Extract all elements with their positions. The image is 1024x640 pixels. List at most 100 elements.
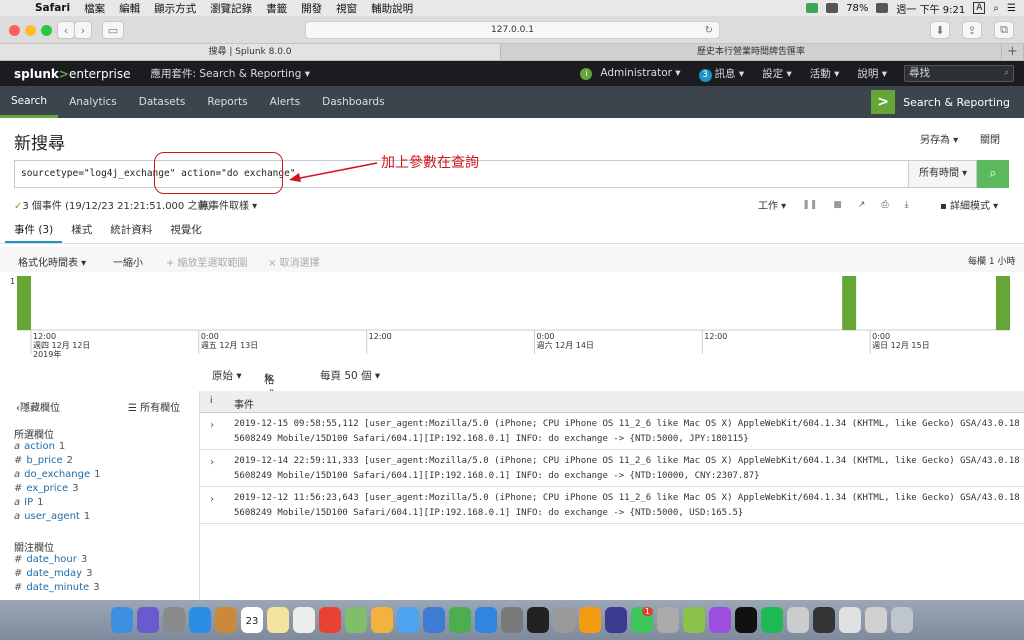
event-timeline-chart[interactable]: 1 12:00 週四 12月 12日 2019年 0:00 週五 12月 13日 12:0…: [0, 272, 1024, 362]
nav-reports[interactable]: Reports: [196, 86, 258, 118]
search-mode-dropdown[interactable]: ▪ 詳細模式 ▾: [940, 197, 998, 212]
save-as-button[interactable]: 另存為 ▾: [920, 131, 958, 146]
reminders-icon[interactable]: [293, 607, 315, 633]
field-date-mday[interactable]: # date_mday 3: [14, 568, 92, 579]
menu-bookmarks[interactable]: 書籤: [259, 1, 294, 16]
search-submit-button[interactable]: ⌕: [977, 160, 1009, 188]
wifi-icon[interactable]: [826, 3, 839, 13]
export-icon[interactable]: ⤓: [905, 200, 909, 210]
share-job-icon[interactable]: ↗: [858, 200, 866, 210]
settings-menu[interactable]: 設定 ▾: [753, 66, 801, 81]
timeline-bar-2[interactable]: [996, 276, 1010, 330]
help-menu[interactable]: 說明 ▾: [848, 66, 896, 81]
all-fields-button[interactable]: ☰ 所有欄位: [128, 399, 180, 414]
event-text[interactable]: 2019-12-12 11:56:23,643 [user_agent:Mozi…: [234, 491, 1020, 521]
job-menu[interactable]: 工作 ▾: [758, 197, 786, 212]
notes-icon[interactable]: [267, 607, 289, 633]
field-user-agent[interactable]: a user_agent 1: [14, 511, 90, 522]
hide-fields-button[interactable]: ‹隱藏欄位: [16, 399, 60, 414]
time-range-picker[interactable]: 所有時間 ▾: [909, 160, 977, 188]
field-ex-price[interactable]: # ex_price 3: [14, 483, 79, 494]
photos-icon[interactable]: [371, 607, 393, 633]
splunk-logo[interactable]: splunk>enterprise: [0, 67, 131, 81]
tab-statistics[interactable]: 統計資料: [101, 217, 161, 243]
zoom-window-button[interactable]: [41, 25, 52, 36]
app-menu[interactable]: 應用套件: Search & Reporting ▾: [151, 66, 310, 81]
menu-file[interactable]: 檔案: [77, 1, 112, 16]
line-app-icon[interactable]: 1: [631, 607, 653, 633]
nav-dashboards[interactable]: Dashboards: [311, 86, 395, 118]
script-editor-icon[interactable]: [553, 607, 575, 633]
per-page-dropdown[interactable]: 每頁 50 個 ▾: [320, 368, 380, 383]
zoom-out-button[interactable]: 一縮小: [113, 254, 143, 269]
print-icon[interactable]: ⎙: [881, 200, 888, 210]
sublime-text-icon[interactable]: [579, 607, 601, 633]
console-icon[interactable]: [813, 607, 835, 633]
menu-window[interactable]: 視窗: [329, 1, 364, 16]
tab-splunk[interactable]: 搜尋 | Splunk 8.0.0: [0, 44, 501, 60]
directory-utility-icon[interactable]: [787, 607, 809, 633]
calendar-icon[interactable]: 23: [241, 607, 263, 633]
tab-visualization[interactable]: 視覺化: [161, 217, 211, 243]
chrome-icon[interactable]: [319, 607, 341, 633]
sidebar-toggle-icon[interactable]: ▭: [102, 21, 124, 39]
finder-icon[interactable]: [111, 607, 133, 633]
new-tab-button[interactable]: +: [1002, 44, 1024, 60]
safari-icon[interactable]: [189, 607, 211, 633]
spotlight-icon[interactable]: ⌕: [993, 3, 999, 14]
field-ip[interactable]: a IP 1: [14, 497, 44, 508]
messages-menu[interactable]: 3 訊息 ▾: [690, 66, 754, 82]
reload-icon[interactable]: ↻: [705, 22, 713, 39]
nav-analytics[interactable]: Analytics: [58, 86, 128, 118]
android-studio-icon[interactable]: [683, 607, 705, 633]
eclipse-icon[interactable]: [605, 607, 627, 633]
messages-icon[interactable]: [397, 607, 419, 633]
sampling-dropdown[interactable]: 無事件取樣 ▾: [199, 197, 257, 212]
menu-help[interactable]: 輔助說明: [364, 1, 420, 16]
find-input[interactable]: 尋找 ⌕: [904, 65, 1014, 82]
system-preferences-icon[interactable]: [501, 607, 523, 633]
field-date-hour[interactable]: # date_hour 3: [14, 554, 87, 565]
minimize-window-button[interactable]: [25, 25, 36, 36]
format-timeline-dropdown[interactable]: 格式化時間表 ▾: [18, 254, 86, 269]
nav-datasets[interactable]: Datasets: [128, 86, 197, 118]
close-button[interactable]: 關閉: [980, 131, 1000, 146]
field-b-price[interactable]: # b_price 2: [14, 455, 73, 466]
address-bar[interactable]: 127.0.0.1 ↻: [305, 21, 720, 39]
clock[interactable]: 週一 下午 9:21: [896, 1, 965, 16]
maps-icon[interactable]: [345, 607, 367, 633]
timeline-bar-1[interactable]: [842, 276, 857, 330]
expand-chevron-icon[interactable]: ›: [209, 455, 215, 470]
pause-icon[interactable]: ❚❚: [802, 200, 817, 210]
contacts-icon[interactable]: [215, 607, 237, 633]
field-date-minute[interactable]: # date_minute 3: [14, 582, 100, 593]
menu-app[interactable]: Safari: [28, 2, 77, 14]
input-source-indicator[interactable]: A: [973, 2, 986, 14]
siri-icon[interactable]: [137, 607, 159, 633]
spotify-icon[interactable]: [761, 607, 783, 633]
menu-view[interactable]: 顯示方式: [147, 1, 203, 16]
stop-icon[interactable]: ■: [833, 200, 842, 210]
menu-history[interactable]: 瀏覽記錄: [203, 1, 259, 16]
notification-center-icon[interactable]: ☰: [1007, 3, 1016, 14]
field-do-exchange[interactable]: a do_exchange 1: [14, 469, 101, 480]
activity-menu[interactable]: 活動 ▾: [801, 66, 849, 81]
nav-alerts[interactable]: Alerts: [259, 86, 311, 118]
keynote-icon[interactable]: [423, 607, 445, 633]
trash-icon[interactable]: [891, 607, 913, 633]
expand-chevron-icon[interactable]: ›: [209, 492, 215, 507]
forward-button[interactable]: ›: [74, 21, 92, 39]
numbers-icon[interactable]: [449, 607, 471, 633]
close-window-button[interactable]: [9, 25, 20, 36]
tab-patterns[interactable]: 樣式: [62, 217, 101, 243]
downloads-stack-icon[interactable]: [839, 607, 861, 633]
battery-icon[interactable]: [876, 3, 889, 13]
event-text[interactable]: 2019-12-14 22:59:11,333 [user_agent:Mozi…: [234, 454, 1020, 484]
nav-search[interactable]: Search: [0, 86, 59, 118]
menu-develop[interactable]: 開發: [294, 1, 329, 16]
apple-tv-icon[interactable]: [735, 607, 757, 633]
event-text[interactable]: 2019-12-15 09:58:55,112 [user_agent:Mozi…: [234, 417, 1020, 447]
downloads-icon[interactable]: ⬇: [930, 21, 950, 39]
share-icon[interactable]: ⇪: [962, 21, 982, 39]
expand-chevron-icon[interactable]: ›: [209, 418, 215, 433]
